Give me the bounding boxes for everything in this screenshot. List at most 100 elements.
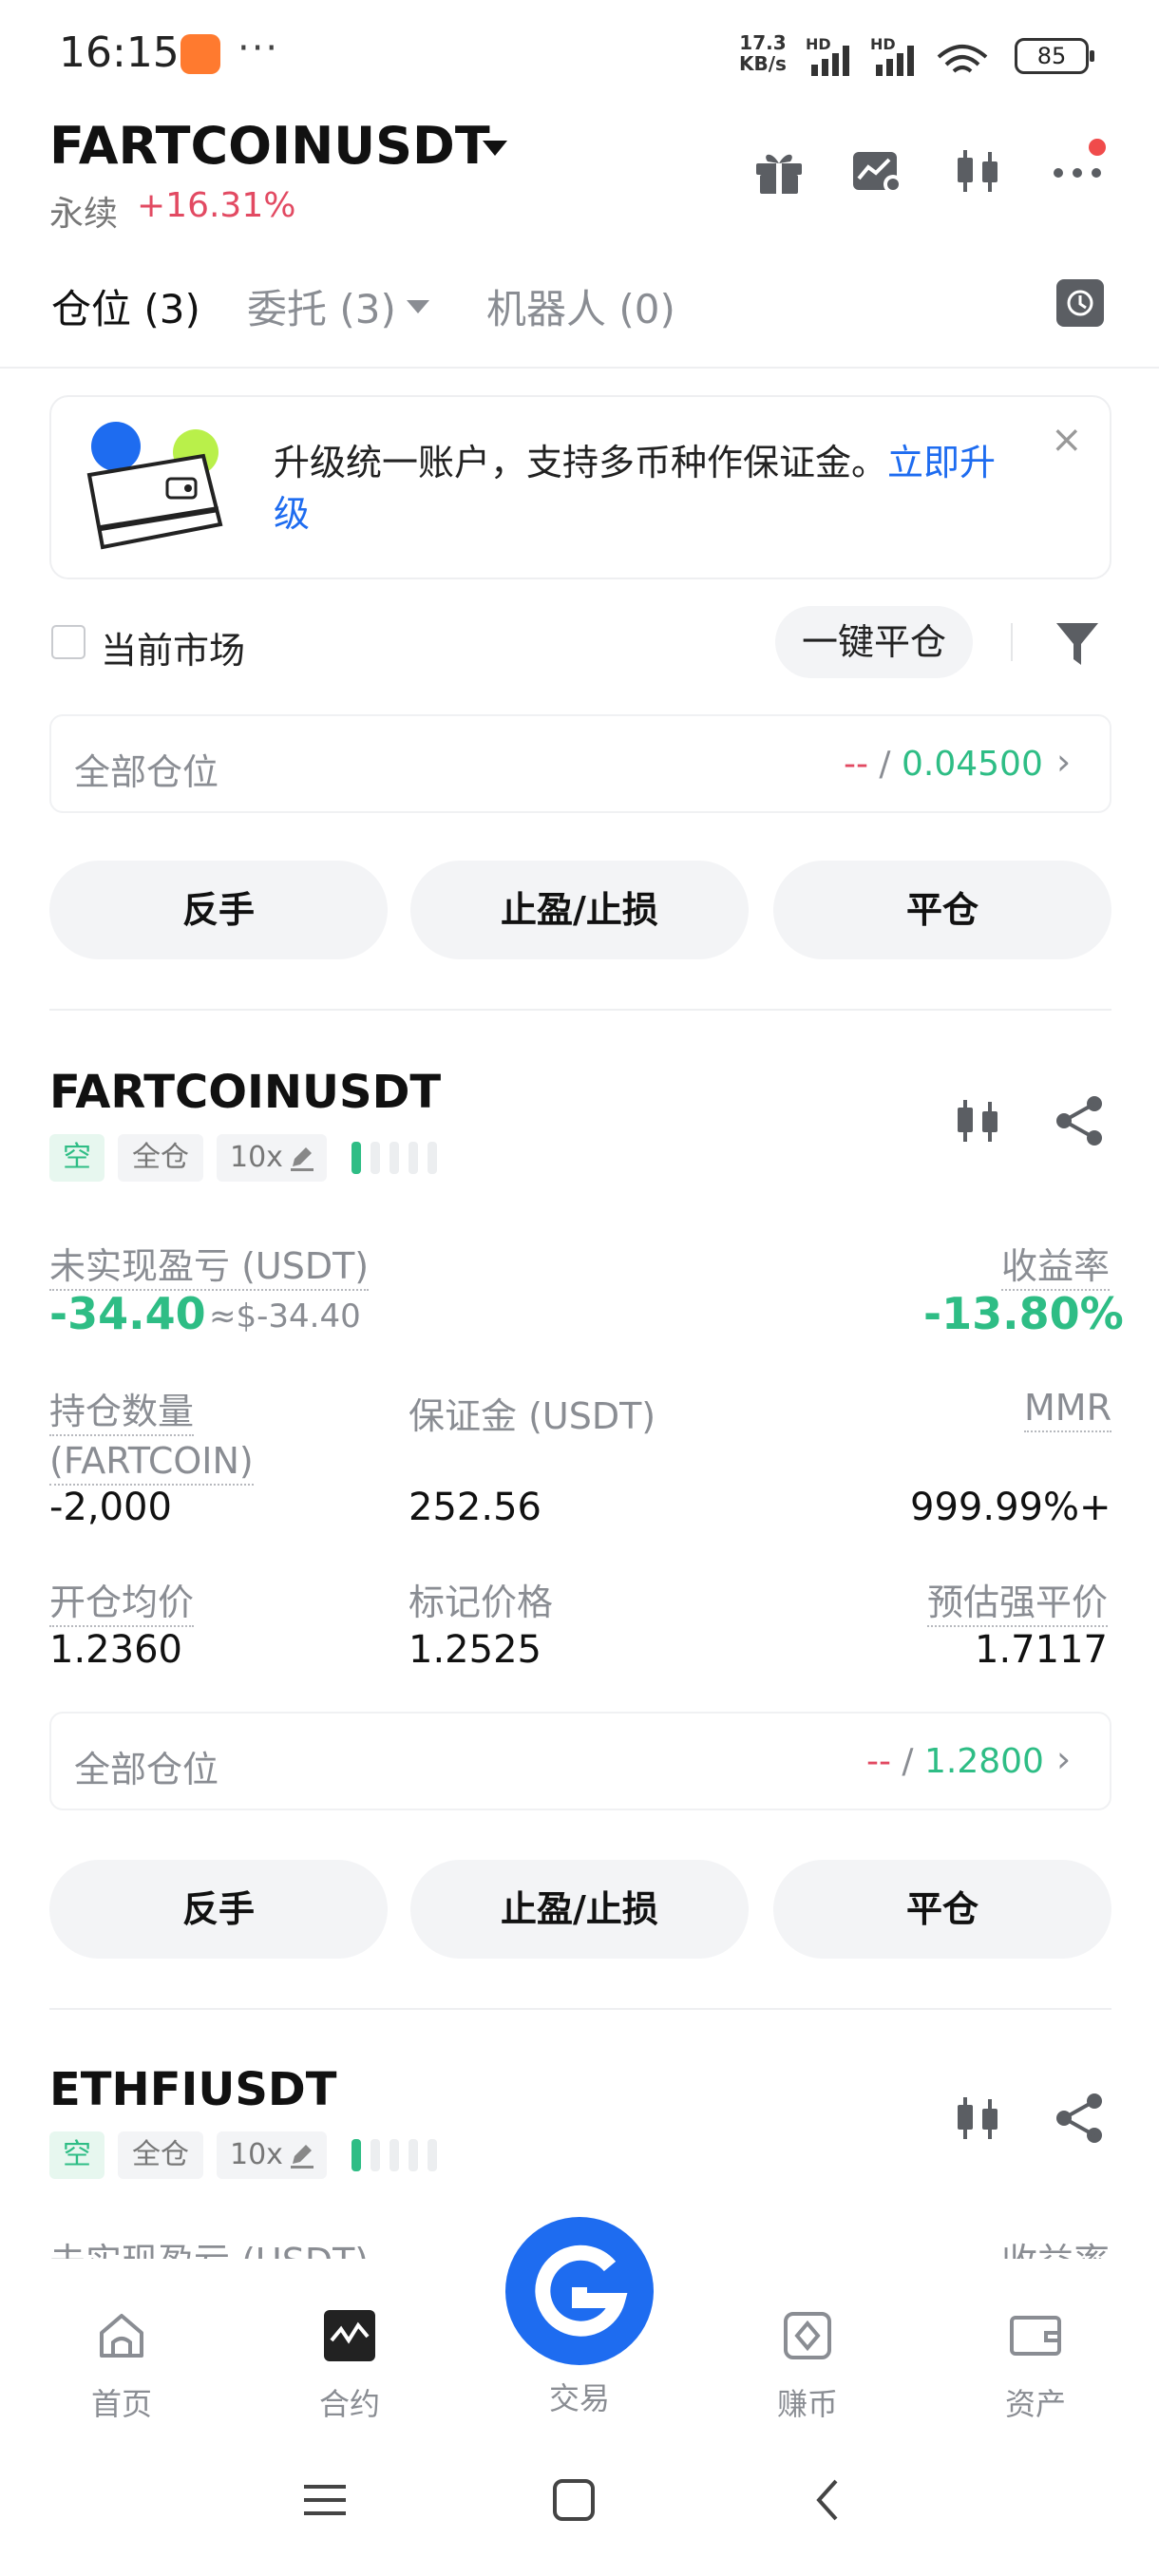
caret-down-icon[interactable] — [483, 141, 507, 156]
share-icon[interactable] — [1053, 1094, 1106, 1147]
close-position-button[interactable]: 平仓 — [773, 1860, 1112, 1959]
risk-level-bar — [370, 2139, 380, 2171]
risk-level-bar — [408, 1142, 418, 1174]
chart-settings-icon[interactable] — [851, 144, 904, 198]
mark-price-value: 1.2525 — [408, 1628, 542, 1672]
unrealized-pnl-label[interactable]: 未实现盈亏 (USDT) — [49, 1237, 370, 1291]
margin-value: 252.56 — [408, 1486, 542, 1529]
divider — [1011, 623, 1013, 661]
tab-positions[interactable]: 仓位 (3) — [51, 277, 200, 335]
risk-level-bar — [428, 1142, 437, 1174]
value-separator: / — [867, 745, 902, 784]
price-change: +16.31% — [137, 186, 296, 225]
close-icon[interactable]: × — [1051, 418, 1083, 462]
margin-mode-tag: 全仓 — [118, 2131, 203, 2179]
divider — [0, 367, 1159, 369]
tp-sl-button[interactable]: 止盈/止损 — [410, 1860, 749, 1959]
nav-home[interactable]: 首页 — [65, 2308, 179, 2424]
margin-mode-tag: 全仓 — [118, 1134, 203, 1182]
notification-dot — [1089, 139, 1106, 156]
earn-icon — [784, 2312, 831, 2359]
contract-type: 永续 — [49, 195, 119, 234]
risk-level-bar — [352, 1142, 361, 1174]
wallet-illustration-icon — [86, 422, 223, 550]
gift-icon[interactable] — [752, 144, 806, 198]
risk-level-bar — [408, 2139, 418, 2171]
all-positions-label: 全部仓位 — [74, 751, 219, 793]
reverse-button[interactable]: 反手 — [49, 861, 388, 959]
svg-text:HD: HD — [806, 36, 831, 53]
value-separator: / — [890, 1742, 924, 1781]
back-icon[interactable] — [806, 2477, 853, 2525]
position-size-label[interactable]: 持仓数量 (FARTCOIN) — [49, 1387, 254, 1486]
status-more-dots: ··· — [238, 27, 280, 70]
tab-bots[interactable]: 机器人 (0) — [486, 277, 675, 335]
history-icon[interactable] — [1056, 279, 1104, 327]
pair-title[interactable]: FARTCOINUSDT — [49, 116, 490, 176]
roe-label[interactable]: 收益率 — [1001, 1237, 1111, 1291]
current-market-checkbox[interactable] — [51, 625, 86, 659]
margin-label: 保证金 (USDT) — [408, 1395, 656, 1437]
leverage-value: 10x — [230, 2138, 283, 2171]
position-symbol[interactable]: ETHFIUSDT — [49, 2063, 336, 2116]
caret-down-icon[interactable] — [407, 300, 429, 313]
reverse-button[interactable]: 反手 — [49, 1860, 388, 1959]
close-all-button[interactable]: 一键平仓 — [775, 606, 973, 678]
network-speed: 17.3 KB/s — [739, 31, 787, 75]
banner-message: 升级统一账户，支持多币种作保证金。立即升级 — [274, 437, 1024, 540]
candlestick-icon[interactable] — [952, 1094, 1005, 1147]
risk-level-bar — [390, 1142, 399, 1174]
tp-sl-button[interactable]: 止盈/止损 — [410, 861, 749, 959]
nav-trade-label[interactable]: 交易 — [522, 2375, 636, 2418]
close-position-button[interactable]: 平仓 — [773, 861, 1112, 959]
mark-price-label: 标记价格 — [408, 1582, 554, 1623]
all-positions-value: -- / 1.2800 — [866, 1742, 1044, 1781]
divider — [49, 1009, 1112, 1011]
tab-orders[interactable]: 委托 (3) — [247, 277, 396, 335]
all-positions-qty: 0.04500 — [902, 745, 1043, 784]
roe-value: -13.80% — [923, 1288, 1124, 1339]
recent-apps-icon[interactable] — [302, 2477, 350, 2525]
battery-indicator: 85 — [1015, 38, 1094, 74]
risk-level-bar — [370, 1142, 380, 1174]
edit-icon[interactable] — [289, 1146, 315, 1172]
nav-earn[interactable]: 赚币 — [750, 2308, 864, 2424]
position-symbol[interactable]: FARTCOINUSDT — [49, 1066, 441, 1119]
all-positions-value: -- / 0.04500 — [844, 745, 1043, 784]
nav-assets[interactable]: 资产 — [978, 2308, 1092, 2424]
futures-icon — [324, 2310, 375, 2361]
svg-text:HD: HD — [870, 36, 896, 53]
filter-icon[interactable] — [1053, 617, 1102, 671]
status-time: 16:15 — [59, 28, 180, 77]
mmr-value: 999.99%+ — [910, 1486, 1112, 1529]
nav-futures[interactable]: 合约 — [293, 2308, 407, 2424]
all-positions-pnl: -- — [866, 1742, 891, 1781]
nav-trade[interactable] — [505, 2217, 654, 2365]
liq-price-label[interactable]: 预估强平价 — [927, 1573, 1109, 1627]
chevron-right-icon: › — [1056, 741, 1072, 783]
signal-wifi-icon: HD HD — [806, 36, 988, 76]
position-size-value: -2,000 — [49, 1486, 172, 1529]
side-tag: 空 — [49, 2131, 104, 2179]
home-icon — [100, 2314, 143, 2358]
wallet-icon — [1010, 2316, 1061, 2356]
mmr-label[interactable]: MMR — [1024, 1387, 1112, 1432]
entry-price-label[interactable]: 开仓均价 — [49, 1573, 195, 1627]
nav-assets-label: 资产 — [1004, 2386, 1066, 2422]
entry-price-value: 1.2360 — [49, 1628, 182, 1672]
banner-text: 升级统一账户，支持多币种作保证金。 — [274, 442, 888, 483]
current-market-label[interactable]: 当前市场 — [101, 621, 245, 673]
trade-icon — [535, 2245, 628, 2337]
home-button-icon[interactable] — [551, 2477, 598, 2525]
all-positions-pnl: -- — [844, 745, 868, 784]
edit-icon[interactable] — [289, 2143, 315, 2169]
nav-home-label: 首页 — [90, 2386, 152, 2422]
candlestick-icon[interactable] — [952, 144, 1005, 198]
risk-level-bar — [428, 2139, 437, 2171]
share-icon[interactable] — [1053, 2092, 1106, 2145]
unrealized-pnl-usd: ≈$-34.40 — [209, 1297, 361, 1335]
risk-level-bar — [390, 2139, 399, 2171]
candlestick-icon[interactable] — [952, 2092, 1005, 2145]
notification-app-icon — [180, 34, 220, 74]
nav-earn-label: 赚币 — [776, 2386, 838, 2422]
